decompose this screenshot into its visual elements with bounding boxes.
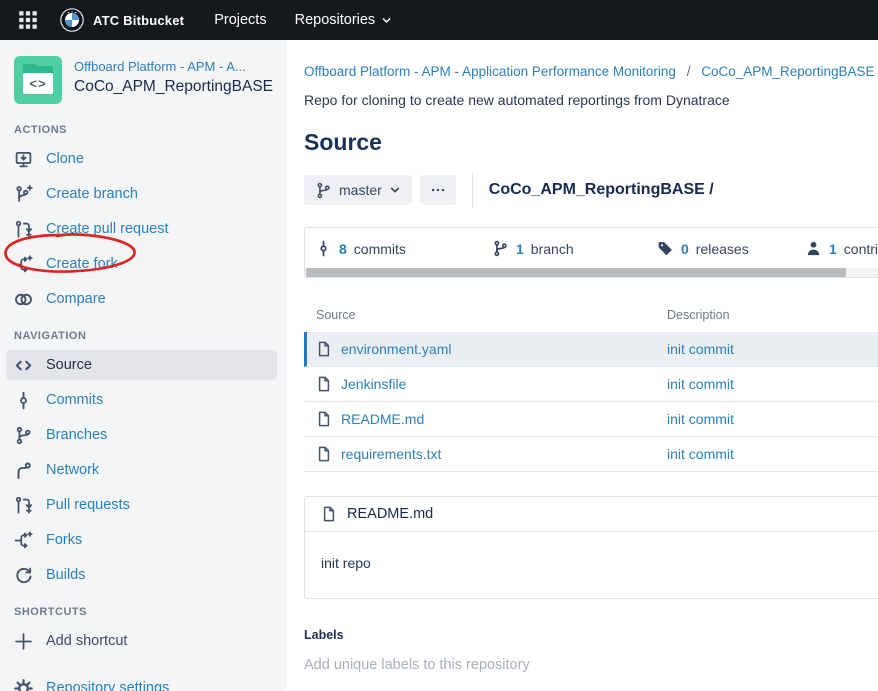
repo-avatar: <> — [14, 56, 62, 104]
readme-card: README.md init repo — [304, 496, 878, 599]
sidebar: <> Offboard Platform - APM - A... CoCo_A… — [0, 40, 287, 691]
readme-filename: README.md — [347, 506, 433, 522]
nav-projects[interactable]: Projects — [214, 12, 266, 28]
pull-request-icon — [14, 496, 33, 515]
app-switcher-grid-icon[interactable] — [18, 10, 38, 30]
branch-icon — [14, 426, 33, 445]
code-icon — [14, 356, 33, 375]
nav-repositories[interactable]: Repositories — [295, 12, 393, 28]
file-table: Source Description environment.yaml init… — [304, 304, 878, 472]
sidebar-item-builds[interactable]: Builds — [6, 560, 277, 590]
table-row: Jenkinsfile init commit — [304, 367, 878, 402]
sidebar-item-source[interactable]: Source — [6, 350, 277, 380]
more-actions-button[interactable] — [420, 175, 456, 205]
sidebar-item-forks[interactable]: Forks — [6, 525, 277, 555]
stat-contributors[interactable]: 1 contributor — [805, 240, 878, 257]
breadcrumb-separator: / — [687, 64, 691, 79]
column-source: Source — [316, 308, 667, 322]
sidebar-item-add-shortcut[interactable]: Add shortcut — [6, 626, 277, 656]
file-link[interactable]: environment.yaml — [341, 341, 452, 357]
file-icon — [316, 376, 332, 392]
sidebar-item-compare[interactable]: Compare — [6, 284, 277, 314]
horizontal-scrollbar-track — [305, 268, 878, 277]
sidebar-item-create-branch[interactable]: Create branch — [6, 179, 277, 209]
column-description: Description — [667, 308, 730, 322]
bmw-roundel-icon — [60, 8, 84, 32]
file-icon — [316, 446, 332, 462]
commit-message-link[interactable]: init commit — [667, 446, 734, 462]
labels-title: Labels — [304, 628, 878, 642]
file-icon — [321, 506, 337, 522]
chevron-down-icon — [381, 15, 392, 26]
breadcrumb-repo-link[interactable]: CoCo_APM_ReportingBASE — [701, 64, 874, 79]
source-toolbar: master CoCo_APM_ReportingBASE / — [304, 173, 878, 207]
readme-content: init repo — [305, 532, 878, 598]
fork-icon — [14, 531, 33, 550]
file-link[interactable]: requirements.txt — [341, 446, 441, 462]
sidebar-item-network[interactable]: Network — [6, 455, 277, 485]
labels-input-placeholder[interactable]: Add unique labels to this repository — [304, 657, 878, 673]
breadcrumb-project-link[interactable]: Offboard Platform - APM - Application Pe… — [304, 64, 676, 79]
labels-section: Labels Add unique labels to this reposit… — [304, 628, 878, 673]
builds-icon — [14, 566, 33, 585]
commit-message-link[interactable]: init commit — [667, 341, 734, 357]
file-table-header: Source Description — [304, 304, 878, 332]
person-icon — [805, 240, 822, 257]
create-branch-icon — [14, 185, 33, 204]
stat-commits[interactable]: 8 commits — [315, 240, 492, 257]
fork-icon — [14, 255, 33, 274]
repo-stats-card: 8 commits 1 branch 0 releases 1 contribu… — [304, 227, 878, 278]
file-link[interactable]: Jenkinsfile — [341, 376, 406, 392]
current-path: CoCo_APM_ReportingBASE / — [489, 181, 714, 199]
file-link[interactable]: README.md — [341, 411, 424, 427]
sidebar-item-branches[interactable]: Branches — [6, 420, 277, 450]
project-link[interactable]: Offboard Platform - APM - A... — [74, 59, 273, 74]
chevron-down-icon — [389, 184, 401, 196]
repo-description: Repo for cloning to create new automated… — [304, 92, 878, 108]
top-navbar: ATC Bitbucket Projects Repositories — [0, 0, 878, 40]
repo-header: <> Offboard Platform - APM - A... CoCo_A… — [0, 40, 287, 108]
section-actions-label: ACTIONS — [14, 124, 273, 136]
section-navigation-label: NAVIGATION — [14, 330, 273, 342]
commit-message-link[interactable]: init commit — [667, 376, 734, 392]
plus-icon — [14, 632, 33, 651]
table-row: README.md init commit — [304, 402, 878, 437]
clone-icon — [14, 150, 33, 169]
stat-branches[interactable]: 1 branch — [492, 240, 657, 257]
file-icon — [316, 411, 332, 427]
commit-icon — [14, 391, 33, 410]
table-row: requirements.txt init commit — [304, 437, 878, 472]
gear-icon — [14, 679, 33, 691]
sidebar-item-commits[interactable]: Commits — [6, 385, 277, 415]
tag-icon — [657, 240, 674, 257]
branch-icon — [315, 182, 332, 199]
main-content: Offboard Platform - APM - Application Pe… — [287, 40, 878, 691]
page-title: Source — [304, 129, 878, 156]
horizontal-scrollbar-thumb[interactable] — [306, 268, 846, 277]
toolbar-divider — [472, 173, 473, 207]
sidebar-item-clone[interactable]: Clone — [6, 144, 277, 174]
code-folder-icon: <> — [23, 73, 53, 94]
sidebar-item-create-fork[interactable]: Create fork — [6, 249, 277, 279]
sidebar-item-repository-settings[interactable]: Repository settings — [6, 673, 277, 691]
branch-selector-button[interactable]: master — [304, 175, 412, 205]
sidebar-item-create-pull-request[interactable]: Create pull request — [6, 214, 277, 244]
sidebar-item-pull-requests[interactable]: Pull requests — [6, 490, 277, 520]
stat-releases[interactable]: 0 releases — [657, 240, 805, 257]
commit-message-link[interactable]: init commit — [667, 411, 734, 427]
readme-header: README.md — [305, 497, 878, 532]
table-row: environment.yaml init commit — [304, 332, 878, 367]
commit-icon — [315, 240, 332, 257]
ellipsis-icon — [430, 182, 446, 198]
compare-icon — [14, 290, 33, 309]
branch-icon — [492, 240, 509, 257]
network-icon — [14, 461, 33, 480]
file-icon — [316, 341, 332, 357]
section-shortcuts-label: SHORTCUTS — [14, 606, 273, 618]
breadcrumb: Offboard Platform - APM - Application Pe… — [304, 64, 878, 79]
app-title: ATC Bitbucket — [93, 13, 184, 28]
pull-request-icon — [14, 220, 33, 239]
repo-name: CoCo_APM_ReportingBASE — [74, 78, 273, 96]
brand[interactable]: ATC Bitbucket — [60, 8, 184, 32]
